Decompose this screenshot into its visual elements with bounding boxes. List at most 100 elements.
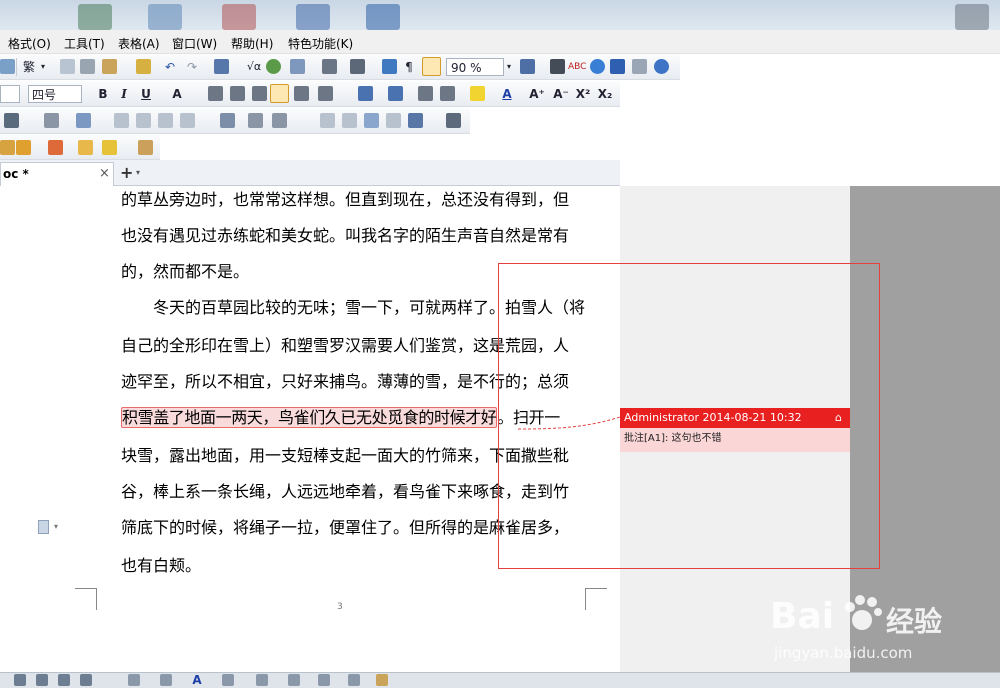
document-tab[interactable]: oc * × [0,162,114,186]
app-logo-icon[interactable] [590,59,605,74]
merge-cells-icon[interactable] [114,113,129,128]
desktop-icon[interactable] [148,4,182,30]
help-icon[interactable] [654,59,669,74]
delete-cells-icon[interactable] [272,113,287,128]
menu-tools[interactable]: 工具(T) [64,35,105,52]
redo-icon[interactable]: ↷ [184,58,200,76]
page-width-icon[interactable] [422,57,441,76]
italic-button[interactable]: I [116,85,132,103]
select-object-icon[interactable] [520,59,535,74]
house-shape-icon[interactable] [16,140,31,155]
formula-icon[interactable]: √α [244,58,264,76]
table-grid-icon[interactable] [158,113,173,128]
columns-icon[interactable] [322,59,337,74]
shirt-icon[interactable] [632,59,647,74]
page-icon[interactable] [38,520,49,534]
desktop-icon[interactable] [366,4,400,30]
insert-rows-icon[interactable] [220,113,235,128]
format-painter-icon[interactable] [136,59,151,74]
menu-window[interactable]: 窗口(W) [172,35,217,52]
distribute-icon[interactable] [294,86,309,101]
dash-style-icon[interactable] [256,674,268,686]
close-icon[interactable]: × [99,166,110,181]
distribute-rows-icon[interactable] [320,113,335,128]
align-right-icon[interactable] [252,86,267,101]
text-color-icon[interactable]: A [498,85,516,103]
view-icon[interactable] [58,674,70,686]
select-table-icon[interactable] [446,113,461,128]
autofit-icon[interactable] [386,113,401,128]
subscript-icon[interactable]: X₂ [596,85,614,103]
align-left-icon[interactable] [208,86,223,101]
shapes-icon[interactable] [0,140,15,155]
chart-icon[interactable] [350,59,365,74]
star-shape-icon[interactable] [48,140,63,155]
desktop-icon[interactable] [78,4,112,30]
arrow-style-icon[interactable] [288,674,300,686]
shrink-font-icon[interactable]: A⁻ [552,85,570,103]
zoom-select[interactable]: 90 % [446,58,504,76]
document-tool-icon[interactable] [610,59,625,74]
chevron-down-icon[interactable]: ▾ [136,168,140,177]
menu-help[interactable]: 帮助(H) [231,35,273,52]
add-tab-icon[interactable]: + [120,163,133,182]
insert-picture-icon[interactable] [266,59,281,74]
table-style-icon[interactable] [364,113,379,128]
desktop-icon[interactable] [296,4,330,30]
paste-special-icon[interactable] [102,59,117,74]
pencil-icon[interactable] [102,140,117,155]
copy-icon[interactable] [60,59,75,74]
spellcheck-icon[interactable]: ABC [568,58,586,76]
insert-textbox-icon[interactable] [382,59,397,74]
line-color-icon[interactable] [160,674,172,686]
menu-format[interactable]: 格式(O) [8,35,51,52]
menu-table[interactable]: 表格(A) [118,35,160,52]
desktop-icon[interactable] [222,4,256,30]
show-marks-icon[interactable]: ¶ [402,58,416,76]
traditional-chinese-button[interactable]: 繁 [20,58,38,76]
chevron-down-icon[interactable]: ▾ [54,522,58,531]
split-cells-icon[interactable] [136,113,151,128]
clipart-icon[interactable] [78,140,93,155]
font-size-select[interactable]: 四号 [28,85,82,103]
desktop-icon[interactable] [955,4,989,30]
fill-icon[interactable] [128,674,140,686]
undo-icon[interactable]: ↶ [162,58,178,76]
view-icon[interactable] [36,674,48,686]
3d-icon[interactable] [348,674,360,686]
superscript-icon[interactable]: X² [574,85,592,103]
justify-icon[interactable] [270,84,289,103]
bullets-icon[interactable] [388,86,403,101]
numbering-icon[interactable] [358,86,373,101]
comment-highlight[interactable]: 积雪盖了地面一两天，鸟雀们久已无处觅食的时候才好 [121,407,498,428]
highlight-icon[interactable] [470,86,485,101]
font-color-icon[interactable]: A [190,671,204,688]
bold-button[interactable]: B [95,85,111,103]
font-name-select[interactable] [0,85,20,103]
arrange-icon[interactable] [376,674,388,686]
insert-table-icon[interactable] [214,59,229,74]
notes-icon[interactable] [138,140,153,155]
align-center-icon[interactable] [230,86,245,101]
view-icon[interactable] [80,674,92,686]
cut-icon[interactable] [80,59,95,74]
pen-icon[interactable] [4,113,19,128]
grow-font-icon[interactable]: A⁺ [528,85,546,103]
table-props-icon[interactable] [180,113,195,128]
line-style-icon[interactable] [222,674,234,686]
increase-indent-icon[interactable] [440,86,455,101]
chevron-down-icon[interactable]: ▾ [38,58,48,76]
shadow-icon[interactable] [318,674,330,686]
table-icon[interactable] [290,59,305,74]
line-spacing-icon[interactable] [318,86,333,101]
font-color-icon[interactable]: A [168,85,186,103]
paste-icon[interactable] [0,59,15,74]
view-icon[interactable] [14,674,26,686]
borders-icon[interactable] [44,113,59,128]
find-icon[interactable] [550,59,565,74]
shading-icon[interactable] [76,113,91,128]
distribute-cols-icon[interactable] [342,113,357,128]
insert-columns-icon[interactable] [248,113,263,128]
menu-special[interactable]: 特色功能(K) [288,35,353,52]
table-color-icon[interactable] [408,113,423,128]
